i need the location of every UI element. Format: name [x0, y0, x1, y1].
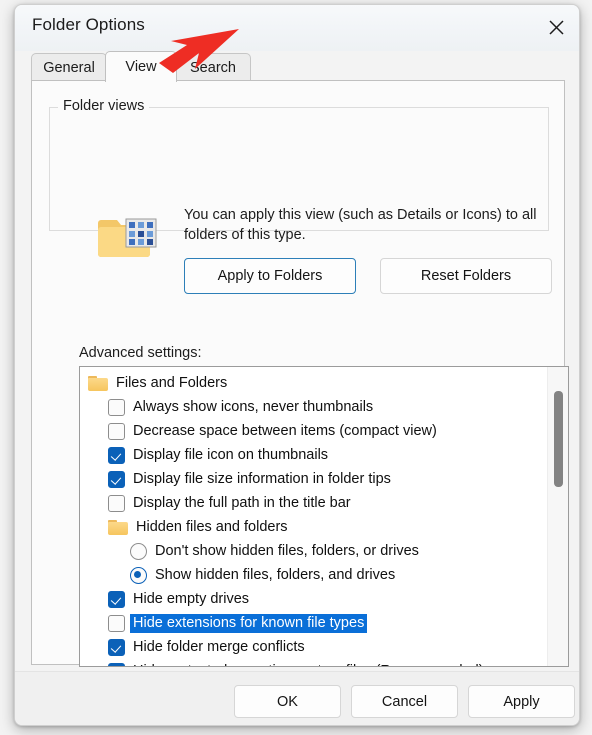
title-bar: Folder Options: [15, 5, 579, 51]
window-title: Folder Options: [32, 15, 145, 34]
advanced-setting-row[interactable]: Hide extensions for known file types: [80, 611, 568, 635]
apply-to-folders-button[interactable]: Apply to Folders: [184, 258, 356, 294]
folder-icon: [108, 519, 128, 535]
tab-strip: General Search View: [31, 51, 565, 82]
advanced-settings-rows: Files and Folders Always show icons, neve…: [80, 367, 548, 666]
cancel-label: Cancel: [381, 693, 428, 710]
advanced-setting-label: Hide protected operating system files (R…: [133, 663, 484, 666]
checkbox-unchecked-icon[interactable]: [108, 422, 125, 440]
advanced-setting-row[interactable]: Hide empty drives: [80, 587, 568, 611]
advanced-settings-label: Advanced settings:: [79, 345, 202, 361]
advanced-setting-label: Display the full path in the title bar: [133, 495, 351, 511]
advanced-setting-row[interactable]: Hide protected operating system files (R…: [80, 659, 568, 666]
tab-search-label: Search: [190, 59, 236, 76]
listbox-scrollbar-thumb[interactable]: [554, 391, 563, 487]
close-icon: [548, 19, 564, 35]
listbox-scrollbar-track[interactable]: [547, 367, 568, 666]
ok-label: OK: [277, 693, 298, 710]
advanced-setting-label: Don't show hidden files, folders, or dri…: [155, 543, 419, 559]
view-tab-panel: Folder views You can apply this view (su…: [31, 80, 570, 722]
tab-search[interactable]: Search: [175, 53, 251, 81]
advanced-setting-row[interactable]: Hide folder merge conflicts: [80, 635, 568, 659]
folder-icon: [88, 375, 108, 391]
cancel-button[interactable]: Cancel: [351, 685, 458, 718]
reset-folders-button[interactable]: Reset Folders: [380, 258, 552, 294]
advanced-setting-row[interactable]: Always show icons, never thumbnails: [80, 395, 568, 419]
advanced-setting-label: Hide folder merge conflicts: [133, 639, 305, 655]
close-button[interactable]: [533, 5, 579, 49]
advanced-setting-label: Always show icons, never thumbnails: [133, 399, 374, 415]
advanced-setting-row[interactable]: Show hidden files, folders, and drives: [80, 563, 568, 587]
checkbox-checked-icon[interactable]: [108, 470, 125, 488]
tab-general-label: General: [43, 59, 95, 76]
folder-views-legend: Folder views: [58, 98, 150, 114]
checkbox-checked-icon[interactable]: [108, 662, 125, 666]
checkbox-unchecked-icon[interactable]: [108, 494, 125, 512]
tab-view[interactable]: View: [105, 51, 177, 82]
checkbox-unchecked-icon[interactable]: [108, 614, 125, 632]
advanced-setting-row[interactable]: Files and Folders: [80, 371, 556, 395]
advanced-setting-label: Hidden files and folders: [136, 519, 288, 535]
checkbox-unchecked-icon[interactable]: [108, 398, 125, 416]
advanced-setting-label: Hide extensions for known file types: [130, 613, 368, 633]
advanced-setting-row[interactable]: Display the full path in the title bar: [80, 491, 568, 515]
folder-view-icon: [98, 213, 160, 261]
apply-to-folders-label: Apply to Folders: [217, 268, 323, 284]
tab-view-label: View: [125, 59, 157, 75]
apply-label: Apply: [503, 693, 540, 710]
tab-general[interactable]: General: [31, 53, 107, 81]
folder-views-description: You can apply this view (such as Details…: [184, 207, 537, 243]
advanced-setting-row[interactable]: Display file size information in folder …: [80, 467, 568, 491]
advanced-setting-row[interactable]: Don't show hidden files, folders, or dri…: [80, 539, 568, 563]
advanced-setting-row[interactable]: Decrease space between items (compact vi…: [80, 419, 568, 443]
advanced-setting-label: Decrease space between items (compact vi…: [133, 423, 437, 439]
checkbox-checked-icon[interactable]: [108, 590, 125, 608]
advanced-setting-label: Display file size information in folder …: [133, 471, 391, 487]
checkbox-checked-icon[interactable]: [108, 446, 125, 464]
advanced-setting-label: Files and Folders: [116, 375, 228, 391]
advanced-setting-label: Hide empty drives: [133, 591, 250, 607]
radio-unselected-icon[interactable]: [130, 542, 147, 560]
advanced-setting-label: Display file icon on thumbnails: [133, 447, 329, 463]
checkbox-checked-icon[interactable]: [108, 638, 125, 656]
folder-options-dialog: Folder Options General Search View Folde…: [14, 4, 580, 726]
advanced-setting-label: Show hidden files, folders, and drives: [155, 567, 396, 583]
radio-selected-icon[interactable]: [130, 566, 147, 584]
advanced-settings-listbox[interactable]: Files and Folders Always show icons, neve…: [79, 366, 569, 667]
advanced-setting-row[interactable]: Hidden files and folders: [80, 515, 568, 539]
ok-button[interactable]: OK: [234, 685, 341, 718]
reset-folders-label: Reset Folders: [420, 268, 512, 284]
advanced-setting-row[interactable]: Display file icon on thumbnails: [80, 443, 568, 467]
apply-button[interactable]: Apply: [468, 685, 575, 718]
